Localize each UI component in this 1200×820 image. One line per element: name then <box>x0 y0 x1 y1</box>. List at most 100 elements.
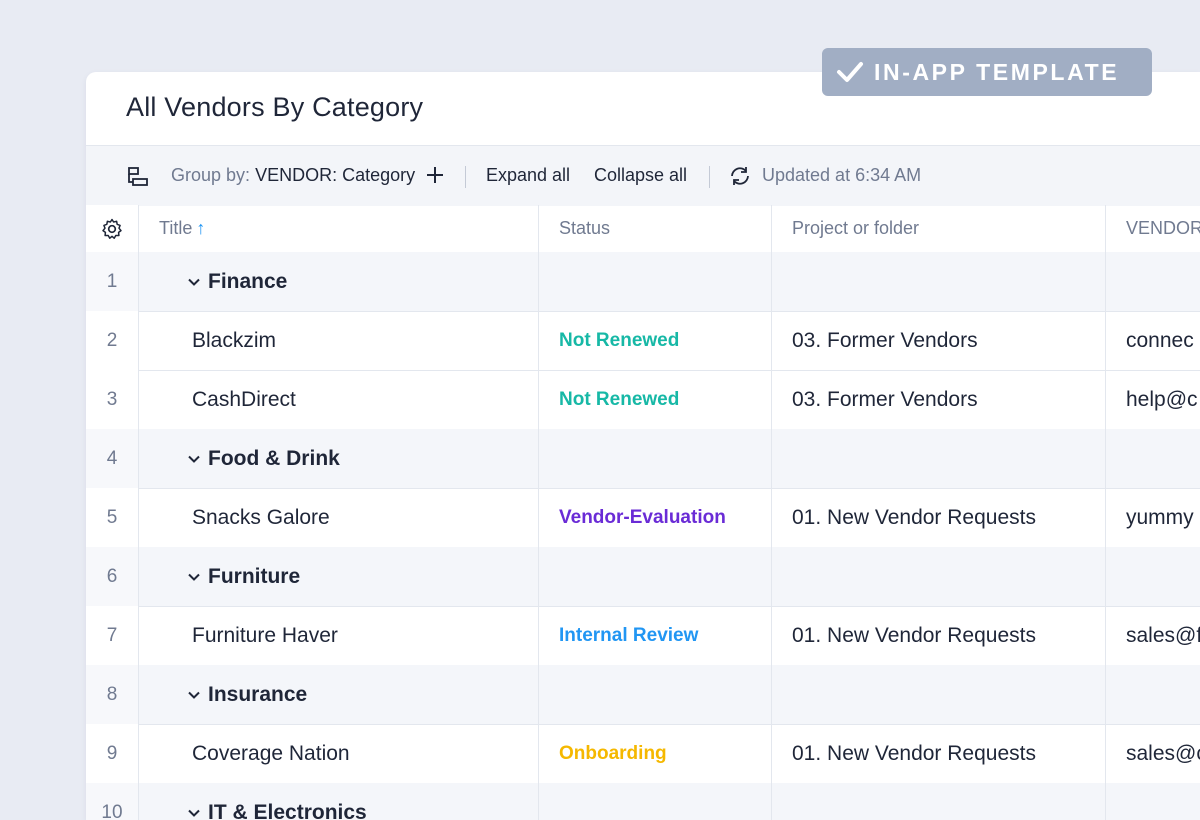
status-cell[interactable] <box>539 665 772 724</box>
title-cell[interactable]: Coverage Nation <box>139 724 539 783</box>
vendor-title: Snacks Galore <box>192 505 330 529</box>
column-header-status[interactable]: Status <box>539 205 772 252</box>
status-cell[interactable]: Not Renewed <box>539 311 772 370</box>
status-cell[interactable]: Vendor-Evaluation <box>539 488 772 547</box>
status-cell[interactable]: Onboarding <box>539 724 772 783</box>
status-badge: Internal Review <box>559 624 699 646</box>
project-name: 03. Former Vendors <box>792 328 978 352</box>
report-panel: All Vendors By Category Group by: VENDOR… <box>86 72 1200 820</box>
status-cell[interactable]: Internal Review <box>539 606 772 665</box>
project-name: 01. New Vendor Requests <box>792 623 1036 647</box>
vendor-email-cell[interactable]: help@c <box>1106 370 1200 429</box>
group-row[interactable]: 8 Insurance <box>86 665 1200 725</box>
group-title-cell[interactable]: Insurance <box>139 665 539 724</box>
vendor-email: sales@c <box>1126 741 1200 765</box>
badge-label: IN-APP TEMPLATE <box>874 58 1120 85</box>
vendor-email-cell[interactable] <box>1106 547 1200 606</box>
row-number: 3 <box>86 370 139 429</box>
vendor-email-cell[interactable] <box>1106 429 1200 488</box>
chevron-down-icon[interactable] <box>187 452 201 466</box>
gear-icon[interactable] <box>100 217 124 241</box>
in-app-template-badge: IN-APP TEMPLATE <box>822 48 1152 96</box>
toolbar-divider <box>709 166 710 188</box>
title-cell[interactable]: Furniture Haver <box>139 606 539 665</box>
status-badge: Vendor-Evaluation <box>559 506 726 528</box>
row-number: 1 <box>86 252 139 311</box>
group-title-cell[interactable]: Furniture <box>139 547 539 606</box>
refresh-icon[interactable] <box>728 164 752 188</box>
project-cell[interactable] <box>772 252 1106 311</box>
group-by-value: VENDOR: Category <box>255 165 416 185</box>
project-name: 03. Former Vendors <box>792 387 978 411</box>
vendor-email: connec <box>1126 328 1194 352</box>
row-number: 5 <box>86 488 139 547</box>
vendor-email-cell[interactable]: yummy <box>1106 488 1200 547</box>
group-title-cell[interactable]: Finance <box>139 252 539 311</box>
checkmark-icon <box>837 62 863 82</box>
status-badge: Not Renewed <box>559 329 680 351</box>
chevron-down-icon[interactable] <box>187 275 201 289</box>
table-row[interactable]: 7 Furniture Haver Internal Review 01. New V… <box>86 606 1200 666</box>
column-header-project[interactable]: Project or folder <box>772 205 1106 252</box>
title-cell[interactable]: Blackzim <box>139 311 539 370</box>
table-row[interactable]: 2 Blackzim Not Renewed 03. Former Vendors co… <box>86 311 1200 371</box>
project-cell[interactable]: 01. New Vendor Requests <box>772 488 1106 547</box>
expand-all-button[interactable]: Expand all <box>486 165 570 186</box>
project-cell[interactable] <box>772 547 1106 606</box>
table-row[interactable]: 9 Coverage Nation Onboarding 01. New Vendor… <box>86 724 1200 784</box>
project-cell[interactable] <box>772 429 1106 488</box>
sort-ascending-icon[interactable]: ↑ <box>196 218 205 239</box>
column-settings-cell[interactable] <box>86 205 139 252</box>
vendor-email-cell[interactable] <box>1106 252 1200 311</box>
project-cell[interactable]: 03. Former Vendors <box>772 370 1106 429</box>
vendor-title: Coverage Nation <box>192 741 350 765</box>
report-toolbar: Group by: VENDOR: Category Expand all Co… <box>86 145 1200 206</box>
group-by-icon[interactable] <box>126 165 150 189</box>
status-cell[interactable] <box>539 547 772 606</box>
vendor-email-cell[interactable] <box>1106 665 1200 724</box>
row-number: 9 <box>86 724 139 783</box>
group-row[interactable]: 1 Finance <box>86 252 1200 312</box>
vendor-title: Furniture Haver <box>192 623 338 647</box>
column-project-label: Project or folder <box>792 218 920 238</box>
chevron-down-icon[interactable] <box>187 806 201 820</box>
vendor-email-cell[interactable]: sales@c <box>1106 724 1200 783</box>
row-number: 7 <box>86 606 139 665</box>
title-cell[interactable]: CashDirect <box>139 370 539 429</box>
table-row[interactable]: 3 CashDirect Not Renewed 03. Former Vendors… <box>86 370 1200 430</box>
table-row[interactable]: 5 Snacks Galore Vendor-Evaluation 01. New V… <box>86 488 1200 548</box>
chevron-down-icon[interactable] <box>187 570 201 584</box>
column-header-title[interactable]: Title ↑ <box>139 205 539 252</box>
project-cell[interactable] <box>772 783 1106 820</box>
status-cell[interactable]: Not Renewed <box>539 370 772 429</box>
project-cell[interactable]: 03. Former Vendors <box>772 311 1106 370</box>
title-cell[interactable]: Snacks Galore <box>139 488 539 547</box>
group-title-cell[interactable]: IT & Electronics <box>139 783 539 820</box>
status-cell[interactable] <box>539 783 772 820</box>
group-row[interactable]: 6 Furniture <box>86 547 1200 607</box>
project-cell[interactable]: 01. New Vendor Requests <box>772 724 1106 783</box>
status-cell[interactable] <box>539 429 772 488</box>
group-label: Food & Drink <box>208 446 340 470</box>
status-badge: Onboarding <box>559 742 667 764</box>
group-label: Finance <box>208 269 288 293</box>
group-label: Furniture <box>208 564 301 588</box>
vendor-email-cell[interactable]: sales@f <box>1106 606 1200 665</box>
group-by-selector[interactable]: Group by: VENDOR: Category <box>171 165 415 186</box>
group-by-label: Group by: <box>171 165 251 185</box>
updated-timestamp: Updated at 6:34 AM <box>762 165 922 185</box>
status-cell[interactable] <box>539 252 772 311</box>
group-title-cell[interactable]: Food & Drink <box>139 429 539 488</box>
row-number: 6 <box>86 547 139 606</box>
project-cell[interactable]: 01. New Vendor Requests <box>772 606 1106 665</box>
vendor-email-cell[interactable]: connec <box>1106 311 1200 370</box>
group-row[interactable]: 4 Food & Drink <box>86 429 1200 489</box>
column-vendor-label: VENDOR <box>1126 218 1200 238</box>
collapse-all-button[interactable]: Collapse all <box>594 165 687 186</box>
column-header-vendor[interactable]: VENDOR <box>1106 205 1200 252</box>
vendor-email-cell[interactable] <box>1106 783 1200 820</box>
chevron-down-icon[interactable] <box>187 688 201 702</box>
group-row[interactable]: 10 IT & Electronics <box>86 783 1200 820</box>
project-cell[interactable] <box>772 665 1106 724</box>
add-group-plus-icon[interactable] <box>426 166 444 184</box>
